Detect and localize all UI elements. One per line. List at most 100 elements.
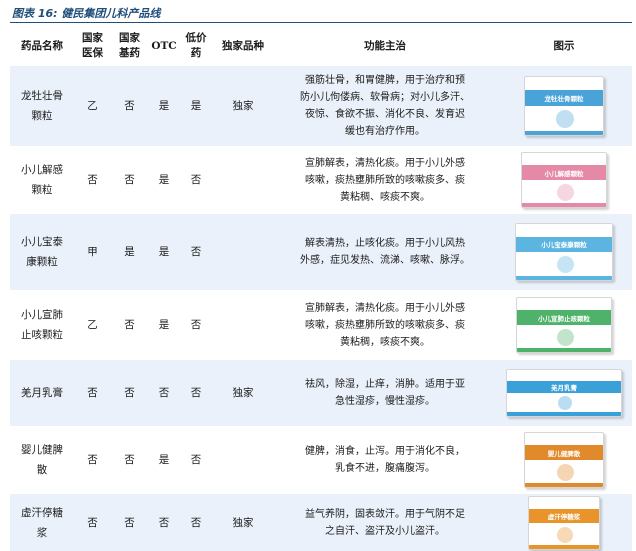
cell-exclusive: 独家 — [232, 516, 254, 529]
header-exclusive: 独家品种 — [222, 39, 264, 52]
cell-otc: 是 — [158, 100, 170, 112]
cell-otc: 是 — [158, 174, 170, 186]
box-bottom-strip — [517, 348, 611, 352]
cell-essential: 否 — [124, 174, 135, 186]
table-row: 小儿宣肺 止咳颗粒 乙 否 是 否 宣肺解表，清热化痰。用于小儿外感 咳嗽，痰热壅肺所致的… — [10, 290, 632, 360]
cell-lowprice: 否 — [190, 516, 202, 529]
product-image-cell: 虚汗停糖浆 — [496, 494, 632, 551]
function-cell: 益气养阴，固表敛汗。用于气阴不足 之自汗、盗汗及小儿盗汗。 — [274, 494, 496, 551]
cell-name: 龙牡壮骨 颗粒 — [21, 90, 63, 122]
cell-lowprice: 否 — [190, 246, 202, 258]
box-bottom-strip — [522, 203, 606, 207]
cell-exclusive — [212, 426, 274, 494]
box-decoration-icon — [557, 464, 574, 481]
cell-function: 益气养阴，固表敛汗。用于气阴不足 之自汗、盗汗及小儿盗汗。 — [305, 508, 465, 537]
cell-function: 祛风，除湿，止痒，消肿。适用于亚 急性湿疹，慢性湿疹。 — [305, 379, 465, 407]
cell-insurance: 乙 — [87, 319, 98, 331]
product-image-cell: 小儿宣肺止咳颗粒 — [496, 290, 632, 360]
table-row: 虚汗停糖 浆 否 否 否 否 独家 益气养阴，固表敛汗。用于气阴不足 之自汗、盗汗及小儿盗汗… — [10, 494, 632, 551]
header-lowprice: 低价 药 — [185, 32, 207, 59]
table-header: 药品名称 国家 医保 国家 基药 OTC 低价 药 独家品种 功能主治 图示 — [10, 26, 632, 67]
cell-essential: 是 — [124, 246, 135, 258]
cell-essential: 否 — [124, 516, 135, 529]
function-cell: 宣肺解表，清热化痰。用于小儿外感 咳嗽，痰热壅肺所致的咳嗽痰多、痰 黄粘稠，咳痰… — [274, 290, 496, 360]
product-box-image: 小儿宝泰康颗粒 — [515, 223, 613, 281]
cell-name: 小儿宝泰 康颗粒 — [21, 236, 63, 268]
cell-name: 婴儿健脾 散 — [21, 444, 63, 476]
cell-name: 小儿解感 颗粒 — [21, 164, 63, 196]
product-box-image: 小儿解感颗粒 — [521, 152, 607, 208]
box-bottom-strip — [525, 483, 603, 487]
box-decoration-icon — [557, 526, 573, 543]
box-bottom-strip — [516, 276, 612, 280]
header-insurance: 国家 医保 — [82, 32, 103, 59]
cell-essential: 否 — [124, 100, 135, 112]
table-row: 小儿解感 颗粒 否 否 是 否 宣肺解表，清热化痰。用于小儿外感 咳嗽，痰热壅肺所致的咳嗽… — [10, 146, 632, 214]
box-decoration-icon — [557, 256, 574, 273]
header-otc: OTC — [151, 39, 177, 52]
cell-otc: 否 — [158, 516, 170, 529]
product-box-image: 小儿宣肺止咳颗粒 — [516, 297, 612, 353]
figure-caption: 图表 16: 健民集团儿科产品线 — [12, 7, 161, 20]
cell-insurance: 否 — [87, 454, 98, 466]
cell-function: 解表清热，止咳化痰。用于小儿风热 外感，症见发热、流涕、咳嗽、脉浮。 — [300, 238, 470, 266]
cell-exclusive — [212, 146, 274, 214]
box-label: 羌月乳膏 — [551, 384, 577, 392]
box-label: 虚汗停糖浆 — [547, 512, 581, 521]
function-cell: 解表清热，止咳化痰。用于小儿风热 外感，症见发热、流涕、咳嗽、脉浮。 — [274, 214, 496, 290]
product-image-cell: 婴儿健脾散 — [496, 426, 632, 494]
box-bottom-strip — [529, 544, 599, 549]
cell-insurance: 甲 — [87, 246, 98, 258]
cell-otc: 是 — [158, 454, 170, 466]
box-decoration-icon — [556, 110, 574, 128]
box-decoration-icon — [558, 396, 572, 410]
table-row: 龙牡壮骨 颗粒 乙 否 是 是 独家 强筋壮骨，和胃健脾，用于治疗和预 防小儿佝偻病、软骨病… — [10, 66, 632, 146]
box-label: 小儿解感颗粒 — [544, 170, 584, 178]
function-cell: 宣肺解表，清热化痰。用于小儿外感 咳嗽，痰热壅肺所致的咳嗽痰多、痰 黄粘稠、咳痰… — [274, 146, 496, 214]
product-image-cell: 龙牡壮骨颗粒 — [496, 66, 632, 146]
header-name: 药品名称 — [21, 39, 63, 52]
box-bottom-strip — [525, 131, 603, 135]
cell-name: 虚汗停糖 浆 — [21, 506, 63, 539]
function-cell: 祛风，除湿，止痒，消肿。适用于亚 急性湿疹，慢性湿疹。 — [274, 360, 496, 426]
box-bottom-strip — [507, 412, 621, 416]
cell-function: 健脾，消食，止泻。用于消化不良， 乳食不进，腹痛腹泻。 — [305, 446, 465, 474]
cell-function: 强筋壮骨，和胃健脾，用于治疗和预 防小儿佝偻病、软骨病；对小儿多汗、 夜惊、食欲… — [300, 75, 470, 137]
cell-essential: 否 — [124, 319, 135, 331]
caption-rule — [10, 22, 632, 23]
cell-lowprice: 否 — [190, 387, 202, 399]
product-box-image: 婴儿健脾散 — [524, 432, 604, 488]
box-decoration-icon — [557, 184, 574, 201]
header-essential: 国家 基药 — [119, 32, 140, 59]
header-function: 功能主治 — [364, 39, 406, 52]
box-label: 婴儿健脾散 — [547, 450, 581, 458]
cell-lowprice: 否 — [190, 319, 202, 331]
cell-otc: 否 — [158, 387, 170, 399]
product-image-cell: 小儿宝泰康颗粒 — [496, 214, 632, 290]
cell-exclusive — [212, 214, 274, 290]
cell-name: 羌月乳膏 — [21, 387, 63, 399]
product-box-image: 龙牡壮骨颗粒 — [524, 76, 604, 136]
function-cell: 健脾，消食，止泻。用于消化不良， 乳食不进，腹痛腹泻。 — [274, 426, 496, 494]
cell-insurance: 否 — [87, 387, 98, 399]
product-box-image: 羌月乳膏 — [506, 369, 622, 417]
table-row: 婴儿健脾 散 否 否 是 否 健脾，消食，止泻。用于消化不良， 乳食不进，腹痛腹泻。 婴儿健… — [10, 426, 632, 494]
product-box-image: 虚汗停糖浆 — [528, 495, 600, 550]
cell-insurance: 否 — [87, 174, 98, 186]
cell-lowprice: 否 — [190, 174, 202, 186]
product-image-cell: 羌月乳膏 — [496, 360, 632, 426]
cell-function: 宣肺解表，清热化痰。用于小儿外感 咳嗽，痰热壅肺所致的咳嗽痰多、痰 黄粘稠，咳痰… — [305, 302, 465, 348]
cell-function: 宣肺解表，清热化痰。用于小儿外感 咳嗽，痰热壅肺所致的咳嗽痰多、痰 黄粘稠、咳痰… — [305, 157, 465, 203]
cell-lowprice: 否 — [190, 454, 202, 466]
header-image: 图示 — [553, 39, 575, 52]
box-label: 小儿宝泰康颗粒 — [541, 241, 587, 249]
cell-insurance: 否 — [87, 516, 98, 529]
box-decoration-icon — [557, 329, 574, 346]
cell-insurance: 乙 — [87, 100, 98, 112]
cell-exclusive: 独家 — [232, 100, 254, 112]
table-row: 羌月乳膏 否 否 否 否 独家 祛风，除湿，止痒，消肿。适用于亚 急性湿疹，慢性湿疹。 羌月乳… — [10, 360, 632, 426]
cell-otc: 是 — [158, 319, 170, 331]
cell-otc: 是 — [158, 246, 170, 258]
box-label: 龙牡壮骨颗粒 — [544, 95, 584, 103]
cell-name: 小儿宣肺 止咳颗粒 — [21, 309, 63, 341]
